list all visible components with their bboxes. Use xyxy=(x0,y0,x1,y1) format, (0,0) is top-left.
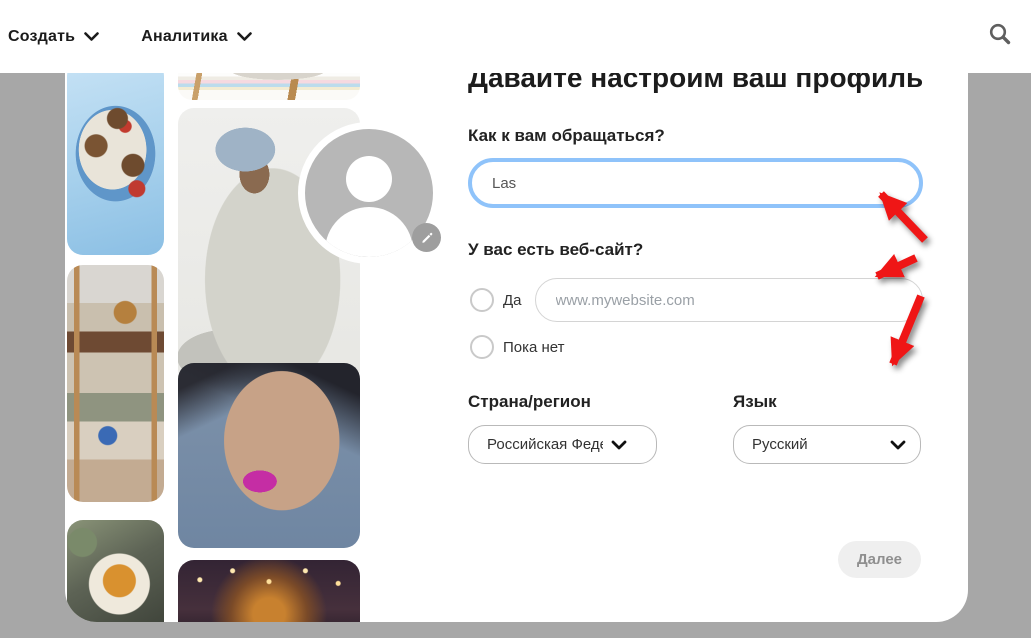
country-label: Страна/регион xyxy=(468,392,591,412)
website-question-label: У вас есть веб-сайт? xyxy=(468,240,643,260)
country-select[interactable]: Российская Федер xyxy=(468,425,657,464)
profile-setup-modal: Давайте настроим ваш профиль Как к вам о… xyxy=(65,40,968,622)
food-tray-photo[interactable] xyxy=(67,60,164,255)
name-question-label: Как к вам обращаться? xyxy=(468,126,665,146)
radio-no-label: Пока нет xyxy=(503,339,565,356)
chevron-down-icon xyxy=(84,32,99,42)
radio-website-no[interactable] xyxy=(470,335,494,359)
night-street-photo[interactable] xyxy=(178,560,360,622)
chevron-down-icon xyxy=(611,440,627,450)
language-label: Язык xyxy=(733,392,777,412)
top-nav-header: Создать Аналитика xyxy=(0,0,1031,73)
create-menu-label: Создать xyxy=(8,28,75,46)
chevron-down-icon xyxy=(237,32,252,42)
page: Давайте настроим ваш профиль Как к вам о… xyxy=(0,0,1031,638)
analytics-menu[interactable]: Аналитика xyxy=(141,28,252,46)
edit-avatar-button[interactable] xyxy=(412,223,441,252)
chevron-down-icon xyxy=(890,440,906,450)
website-url-input[interactable] xyxy=(535,278,923,322)
profile-setup-form: Давайте настроим ваш профиль Как к вам о… xyxy=(468,40,923,622)
language-select-value: Русский xyxy=(752,436,882,453)
pencil-icon xyxy=(420,231,434,245)
website-yes-row: Да xyxy=(470,278,923,322)
name-input[interactable] xyxy=(468,158,923,208)
analytics-menu-label: Аналитика xyxy=(141,28,228,46)
country-select-value: Российская Федер xyxy=(487,436,603,453)
website-no-row: Пока нет xyxy=(470,335,565,359)
food-bowl-photo[interactable] xyxy=(67,520,164,622)
language-select[interactable]: Русский xyxy=(733,425,921,464)
search-icon xyxy=(988,22,1012,46)
radio-yes-label: Да xyxy=(503,292,522,309)
create-menu[interactable]: Создать xyxy=(8,28,99,46)
search-button[interactable] xyxy=(987,21,1013,47)
next-button[interactable]: Далее xyxy=(838,541,921,578)
woman-pink-lips-photo[interactable] xyxy=(178,363,360,548)
bunk-bed-kids-photo[interactable] xyxy=(67,265,164,502)
radio-website-yes[interactable] xyxy=(470,288,494,312)
